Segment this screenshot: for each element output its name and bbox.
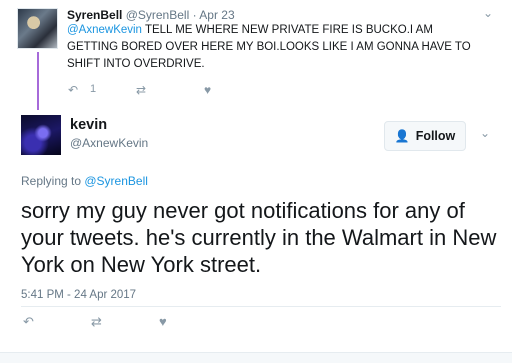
thread-connector-line: [37, 52, 39, 110]
header-separator: ·: [192, 8, 197, 22]
retweet-icon[interactable]: ⇄: [136, 83, 146, 97]
add-user-icon: 👤: [394, 129, 410, 143]
main-tweet-text: sorry my guy never got notifications for…: [21, 198, 497, 277]
tweet-timestamp[interactable]: 5:41 PM - 24 Apr 2017: [21, 289, 136, 301]
follow-button[interactable]: 👤 Follow: [384, 121, 466, 151]
follow-button-label: Follow: [415, 129, 456, 143]
actions-divider: [21, 306, 501, 307]
syrenbell-avatar[interactable]: [17, 8, 58, 49]
main-display-name[interactable]: kevin: [70, 117, 107, 133]
parent-tweet-menu-chevron-icon[interactable]: ⌄: [483, 6, 493, 20]
parent-handle[interactable]: @SyrenBell: [126, 8, 190, 22]
kevin-avatar[interactable]: [21, 115, 61, 155]
like-icon[interactable]: ♥: [204, 83, 211, 97]
parent-tweet-text: @AxnewKevin TELL ME WHERE NEW PRIVATE FI…: [67, 22, 487, 73]
reply-icon[interactable]: ↶: [68, 83, 78, 97]
replying-to-handle[interactable]: @SyrenBell: [84, 174, 148, 188]
reply-count: 1: [90, 83, 97, 95]
retweet-icon[interactable]: ⇄: [91, 314, 102, 330]
main-handle[interactable]: @AxnewKevin: [70, 136, 148, 150]
parent-tweet-mention[interactable]: @AxnewKevin: [67, 24, 142, 36]
main-tweet-menu-chevron-icon[interactable]: ⌄: [480, 126, 490, 140]
parent-tweet-date[interactable]: Apr 23: [199, 8, 234, 22]
parent-display-name[interactable]: SyrenBell: [67, 8, 122, 22]
reply-icon[interactable]: ↶: [23, 314, 34, 330]
replying-to-line: Replying to @SyrenBell: [21, 174, 148, 188]
parent-tweet-header: SyrenBell @SyrenBell · Apr 23: [67, 8, 235, 22]
replying-to-prefix: Replying to: [21, 174, 85, 188]
like-icon[interactable]: ♥: [159, 314, 167, 329]
page-footer-strip: [0, 352, 512, 363]
